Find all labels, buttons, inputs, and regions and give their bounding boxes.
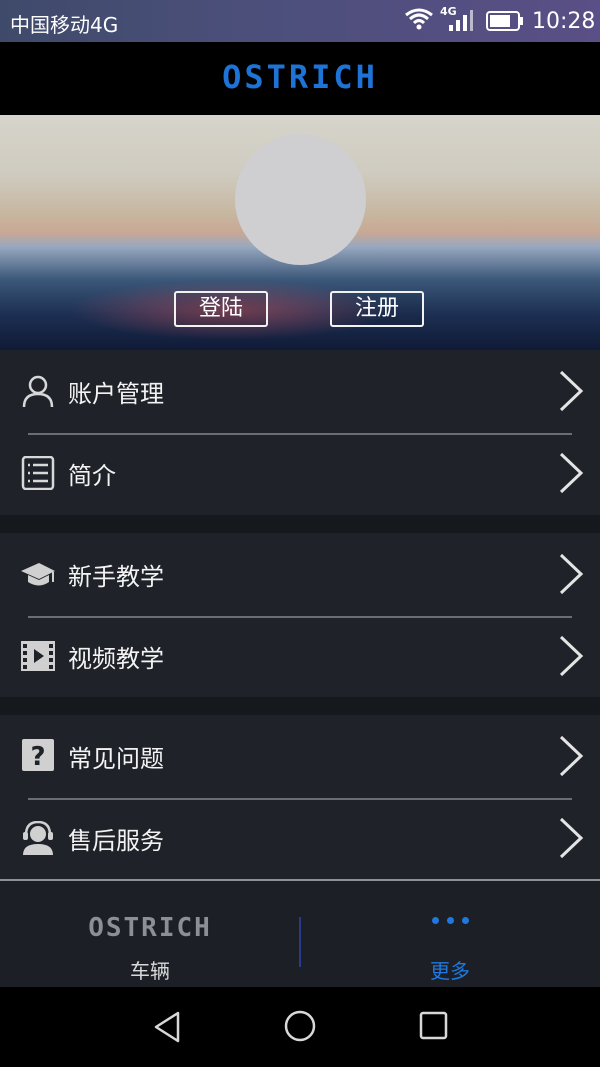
menu-item-beginner-tutorial[interactable]: 新手教学 (0, 533, 600, 615)
question-icon: ? (22, 739, 54, 772)
menu-group-account: 账户管理 简介 (0, 350, 600, 515)
section-gap (0, 697, 600, 715)
register-button[interactable]: 注册 (330, 291, 424, 327)
tab-vehicle[interactable]: OSTRICH 车辆 (0, 881, 300, 987)
tab-label: 车辆 (130, 959, 170, 983)
menu-item-label: 新手教学 (68, 563, 164, 591)
tab-bar: OSTRICH 车辆 更多 (0, 881, 600, 987)
chevron-right-icon (559, 452, 584, 494)
chevron-right-icon (559, 735, 584, 777)
menu-item-label: 常见问题 (68, 745, 164, 773)
svg-text:?: ? (30, 742, 45, 772)
chevron-right-icon (559, 553, 584, 595)
recents-icon[interactable] (419, 1011, 449, 1041)
app-bar: OSTRICH (0, 42, 600, 115)
clock: 10:28 (532, 9, 596, 34)
chevron-right-icon (559, 370, 584, 412)
list-icon (21, 456, 55, 490)
avatar[interactable] (235, 134, 366, 265)
status-bar: 中国移动4G 4G 10:28 (0, 0, 600, 42)
headset-icon (23, 821, 53, 855)
menu-item-label: 售后服务 (68, 827, 164, 855)
menu-item-video-tutorial[interactable]: 视频教学 (0, 615, 600, 697)
menu-item-label: 账户管理 (68, 380, 164, 408)
carrier-name: 中国移动4G (10, 13, 119, 37)
menu-item-faq[interactable]: ? 常见问题 (0, 715, 600, 797)
vehicle-tab-logo: OSTRICH (88, 913, 212, 943)
signal-icon (449, 10, 473, 31)
chevron-right-icon (559, 635, 584, 677)
more-dots-icon (300, 909, 600, 928)
chevron-right-icon (559, 817, 584, 859)
menu-item-label: 视频教学 (68, 645, 164, 673)
section-gap (0, 515, 600, 533)
wifi-icon (405, 8, 433, 30)
graduation-cap-icon (21, 563, 55, 586)
film-icon (21, 641, 55, 671)
tab-label: 更多 (430, 959, 470, 983)
menu-item-account-management[interactable]: 账户管理 (0, 350, 600, 432)
menu-item-introduction[interactable]: 简介 (0, 432, 600, 514)
system-nav-bar (0, 987, 600, 1067)
back-icon[interactable] (152, 1010, 182, 1044)
home-icon[interactable] (283, 1009, 317, 1043)
menu-item-label: 简介 (68, 462, 116, 490)
tab-more[interactable]: 更多 (300, 881, 600, 987)
app-logo: OSTRICH (222, 58, 378, 96)
menu-group-tutorials: 新手教学 视频教学 (0, 533, 600, 697)
login-button[interactable]: 登陆 (174, 291, 268, 327)
battery-icon (486, 11, 523, 31)
menu-group-support: ? 常见问题 售后服务 (0, 715, 600, 879)
menu-item-after-sales[interactable]: 售后服务 (0, 797, 600, 879)
user-icon (22, 375, 54, 408)
profile-header: 登陆 注册 (0, 115, 600, 350)
